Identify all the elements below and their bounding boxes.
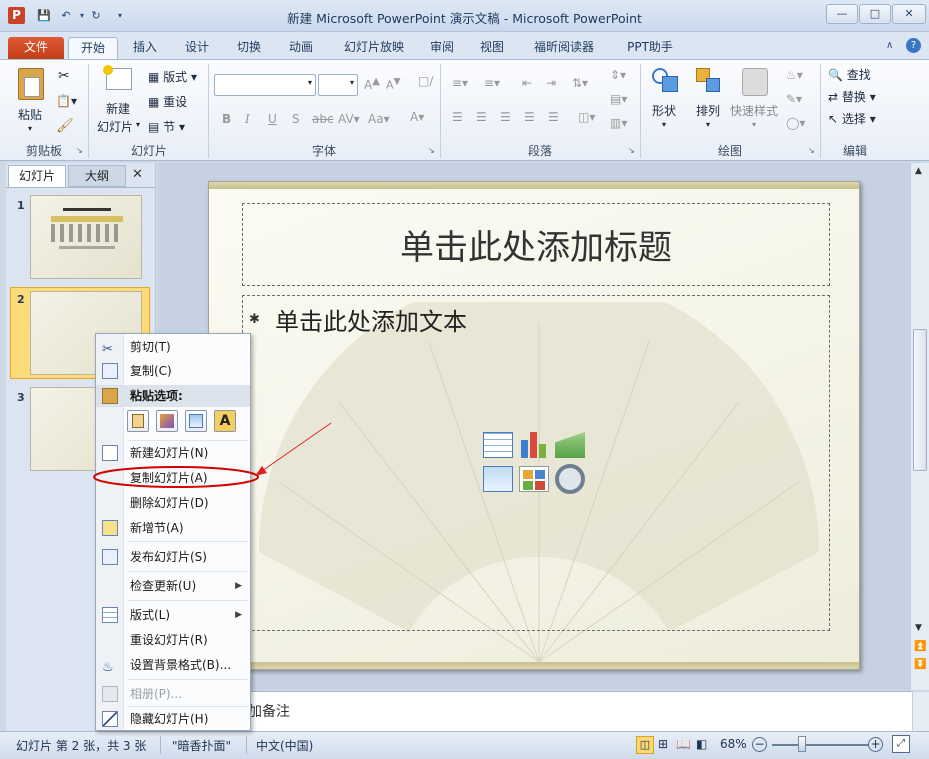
- annotation-arrow-head: [255, 466, 267, 476]
- annotation-arrow-line: [261, 422, 332, 472]
- highlight-ellipse: [93, 466, 259, 488]
- annotation-overlay: [93, 422, 332, 488]
